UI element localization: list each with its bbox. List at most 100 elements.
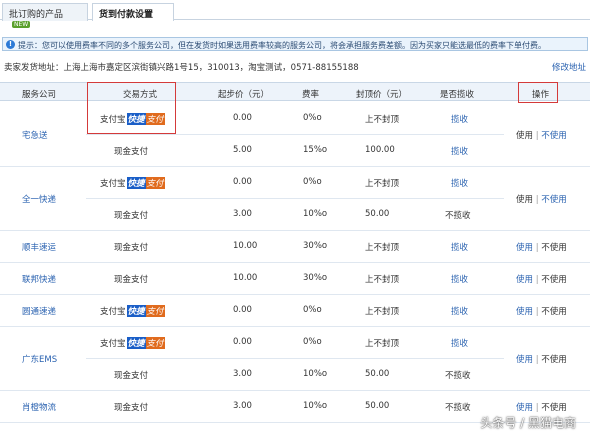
rate-cell: 10%o — [303, 401, 328, 411]
cap-price-cell: 上不封顶 — [365, 275, 400, 285]
service-company-name[interactable]: 圆通速递 — [22, 305, 56, 317]
use-link[interactable]: 使用 — [516, 131, 533, 141]
rate-cell: 0%o — [303, 113, 322, 123]
method-highlight-box — [87, 82, 176, 134]
alipay-fast-pay-label: 支付宝 快捷 支付 — [100, 113, 165, 125]
collect-status[interactable]: 揽收 — [451, 337, 468, 349]
start-price-cell: 0.00 — [233, 177, 252, 187]
not-use-link[interactable]: 不使用 — [541, 243, 567, 253]
tab-cod-settings[interactable]: 货到付款设置 — [92, 3, 174, 21]
action-cell: 使用 | 不使用 — [516, 241, 567, 253]
alipay-fast-badge: 快捷 — [126, 177, 146, 189]
collect-status[interactable]: 揽收 — [451, 305, 468, 317]
row-divider — [0, 230, 590, 231]
rate-cell: 10%o — [303, 209, 328, 219]
start-price-cell: 0.00 — [233, 113, 252, 123]
collect-status[interactable]: 揽收 — [451, 145, 468, 157]
collect-status: 不揽收 — [445, 211, 471, 221]
subrow-divider — [86, 358, 504, 359]
action-highlight-box — [518, 82, 558, 103]
action-cell: 使用 | 不使用 — [516, 401, 567, 413]
subrow-divider — [86, 198, 504, 199]
cash-payment-label: 现金支付 — [114, 371, 149, 381]
cash-payment-label: 现金支付 — [114, 243, 149, 253]
cash-payment-label: 现金支付 — [114, 147, 149, 157]
not-use-link[interactable]: 不使用 — [541, 131, 567, 141]
not-use-link[interactable]: 不使用 — [541, 307, 567, 317]
use-link[interactable]: 使用 — [516, 195, 533, 205]
alipay-fast-pay-label: 支付宝 快捷 支付 — [100, 305, 165, 317]
header-start-price: 起步价（元） — [218, 90, 270, 100]
alipay-fast-pay-label: 支付宝 快捷 支付 — [100, 337, 165, 349]
header-collect: 是否揽收 — [440, 90, 475, 100]
action-cell: 使用 | 不使用 — [516, 129, 567, 141]
cap-price-cell: 上不封顶 — [365, 243, 400, 253]
service-company-name[interactable]: 全一快递 — [22, 193, 56, 205]
tip-bar: ! 提示：您可以使用费率不同的多个服务公司，但在发货时如果选用费率较高的服务公司… — [2, 37, 588, 51]
tab-ordered-products[interactable]: 批订购的产品NEW — [2, 3, 88, 28]
cap-price-cell: 上不封顶 — [365, 179, 400, 189]
use-link[interactable]: 使用 — [516, 243, 533, 253]
alipay-fast-badge: 快捷 — [126, 305, 146, 317]
collect-status: 不揽收 — [445, 403, 471, 413]
alipay-pay-badge: 支付 — [145, 305, 165, 317]
tab-ordered-products-label: 批订购的产品 — [9, 10, 64, 20]
rate-cell: 30%o — [303, 241, 328, 251]
watermark: 头条号 / 黑猫电商 — [480, 416, 576, 430]
collect-status: 不揽收 — [445, 371, 471, 381]
not-use-link[interactable]: 不使用 — [541, 355, 567, 365]
header-company: 服务公司 — [22, 90, 57, 100]
alipay-pay-badge: 支付 — [145, 113, 165, 125]
collect-status[interactable]: 揽收 — [451, 177, 468, 189]
tip-text: 提示：您可以使用费率不同的多个服务公司，但在发货时如果选用费率较高的服务公司，将… — [18, 41, 546, 50]
alipay-prefix: 支付宝 — [100, 307, 126, 317]
cap-price-cell: 100.00 — [365, 145, 395, 155]
alipay-fast-pay-label: 支付宝 快捷 支付 — [100, 177, 165, 189]
service-company-name[interactable]: 联邦快递 — [22, 273, 56, 285]
use-link[interactable]: 使用 — [516, 275, 533, 285]
cash-payment-label: 现金支付 — [114, 403, 149, 413]
use-link[interactable]: 使用 — [516, 307, 533, 317]
start-price-cell: 10.00 — [233, 273, 258, 283]
alipay-prefix: 支付宝 — [100, 179, 126, 189]
modify-address-link[interactable]: 修改地址 — [552, 61, 586, 73]
cap-price-cell: 上不封顶 — [365, 115, 400, 125]
cash-payment-label: 现金支付 — [114, 211, 149, 221]
tab-bar: 批订购的产品NEW 货到付款设置 — [0, 0, 590, 28]
not-use-link[interactable]: 不使用 — [541, 195, 567, 205]
start-price-cell: 0.00 — [233, 305, 252, 315]
cap-price-cell: 上不封顶 — [365, 339, 400, 349]
action-cell: 使用 | 不使用 — [516, 353, 567, 365]
rate-cell: 30%o — [303, 273, 328, 283]
service-company-name[interactable]: 广东EMS — [22, 353, 57, 365]
header-rate: 费率 — [302, 90, 320, 100]
service-company-name[interactable]: 肖橙物流 — [22, 401, 56, 413]
alipay-fast-badge: 快捷 — [126, 337, 146, 349]
row-divider — [0, 166, 590, 167]
tab-cod-settings-label: 货到付款设置 — [99, 10, 154, 20]
alipay-prefix: 支付宝 — [100, 339, 126, 349]
not-use-link[interactable]: 不使用 — [541, 403, 567, 413]
not-use-link[interactable]: 不使用 — [541, 275, 567, 285]
use-link[interactable]: 使用 — [516, 355, 533, 365]
service-company-name[interactable]: 顺丰速运 — [22, 241, 56, 253]
collect-status[interactable]: 揽收 — [451, 113, 468, 125]
start-price-cell: 10.00 — [233, 241, 258, 251]
collect-status[interactable]: 揽收 — [451, 241, 468, 253]
alipay-prefix: 支付宝 — [100, 115, 126, 125]
row-divider — [0, 326, 590, 327]
alipay-fast-badge: 快捷 — [126, 113, 146, 125]
alipay-pay-badge: 支付 — [145, 337, 165, 349]
cap-price-cell: 50.00 — [365, 401, 390, 411]
rate-cell: 15%o — [303, 145, 328, 155]
start-price-cell: 3.00 — [233, 209, 252, 219]
action-cell: 使用 | 不使用 — [516, 273, 567, 285]
row-divider — [0, 294, 590, 295]
cap-price-cell: 上不封顶 — [365, 307, 400, 317]
rate-cell: 10%o — [303, 369, 328, 379]
use-link[interactable]: 使用 — [516, 403, 533, 413]
collect-status[interactable]: 揽收 — [451, 273, 468, 285]
info-icon: ! — [6, 40, 15, 49]
service-company-name[interactable]: 宅急送 — [22, 129, 48, 141]
alipay-pay-badge: 支付 — [145, 177, 165, 189]
